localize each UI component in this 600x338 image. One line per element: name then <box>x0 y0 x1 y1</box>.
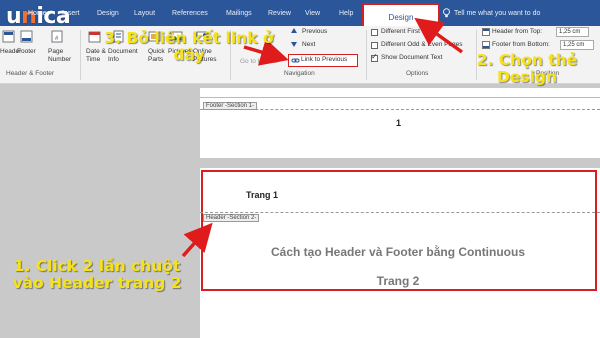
document-title: Cách tạo Header và Footer bằng Continuou… <box>270 245 526 259</box>
tab-help[interactable]: Help <box>339 10 353 17</box>
header-from-top-icon <box>482 28 490 36</box>
tell-me-search[interactable]: Tell me what you want to do <box>454 10 540 17</box>
footer-from-bottom-input[interactable]: 1,25 cm <box>560 40 594 50</box>
link-to-previous-label: Link to Previous <box>301 56 348 63</box>
header-from-top-input[interactable]: 1,25 cm <box>556 27 589 37</box>
separator <box>80 30 81 80</box>
show-document-text-checkbox[interactable] <box>371 52 378 62</box>
highlight-box-page2 <box>201 170 597 291</box>
header-icon[interactable] <box>2 30 16 43</box>
callout-step-1: 1. Click 2 lần chuột vào Header trang 2 <box>12 257 182 293</box>
tab-view[interactable]: View <box>305 10 320 17</box>
different-odd-even-label: Different Odd & Even Pages <box>381 41 463 48</box>
tab-design-active[interactable]: Design <box>362 3 440 26</box>
group-navigation: Navigation <box>284 70 315 77</box>
different-odd-even-checkbox[interactable] <box>371 42 378 49</box>
document-page-label: Trang 2 <box>376 274 420 288</box>
group-header-footer: Header & Footer <box>6 70 55 77</box>
different-first-page-checkbox[interactable] <box>371 29 378 36</box>
group-options: Options <box>406 70 429 77</box>
tab-design[interactable]: Design <box>97 10 119 17</box>
different-first-page-label: Different First Page <box>381 28 437 35</box>
link-icon <box>291 58 300 63</box>
page-1-bottom <box>200 98 600 158</box>
footer-from-bottom-icon <box>482 41 490 49</box>
tab-layout[interactable]: Layout <box>134 10 155 17</box>
tab-references[interactable]: References <box>172 10 208 17</box>
footer-button[interactable]: Footer <box>17 48 36 55</box>
footer-icon[interactable] <box>20 30 34 43</box>
page-number-text: 1 <box>396 118 402 128</box>
horizontal-ruler <box>200 88 600 98</box>
tab-insert[interactable]: Insert <box>62 10 80 17</box>
previous-icon <box>291 28 297 33</box>
page-number-icon[interactable]: # <box>50 30 64 43</box>
previous-button[interactable]: Previous <box>302 28 327 35</box>
show-document-text-label: Show Document Text <box>381 54 443 61</box>
lightbulb-icon <box>443 8 450 18</box>
tab-home[interactable]: Home <box>28 10 47 17</box>
next-button[interactable]: Next <box>302 41 315 48</box>
callout-step-3: 3. Bỏ liên kết link ở đây <box>104 29 274 65</box>
next-icon <box>291 42 297 47</box>
separator <box>366 30 367 80</box>
tab-mailings[interactable]: Mailings <box>226 10 252 17</box>
page-number-button[interactable]: Page Number <box>48 48 76 64</box>
header-from-top-label: Header from Top: <box>492 28 543 35</box>
footer-from-bottom-label: Footer from Bottom: <box>492 41 550 48</box>
callout-step-2: 2. Chọn thẻ Design <box>476 51 578 87</box>
header-boundary-line <box>200 212 600 213</box>
header-trang-text[interactable]: Trang 1 <box>246 190 278 200</box>
header-section-tag: Header -Section 2- <box>203 214 260 222</box>
footer-boundary-line <box>200 109 600 110</box>
tab-review[interactable]: Review <box>268 10 291 17</box>
